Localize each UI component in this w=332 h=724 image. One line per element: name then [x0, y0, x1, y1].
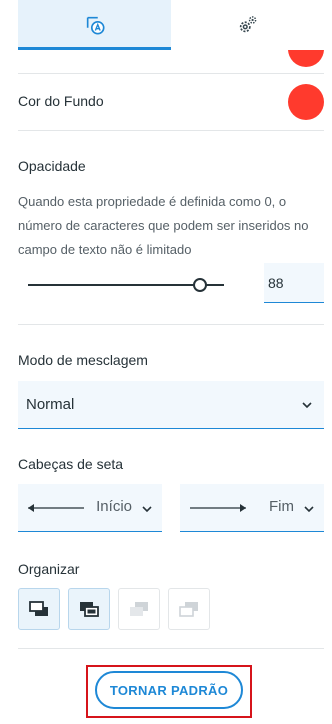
send-to-back-icon [179, 602, 198, 617]
arrowhead-end-select[interactable]: Fim [180, 484, 324, 532]
blend-mode-title: Modo de mesclagem [18, 352, 148, 368]
opacity-value-input[interactable] [264, 263, 324, 303]
arrow-left-icon [28, 504, 84, 512]
send-to-back-button[interactable] [168, 588, 210, 630]
bring-forward-button[interactable] [68, 588, 110, 630]
background-color-label: Cor do Fundo [18, 93, 104, 109]
arrowheads-title: Cabeças de seta [18, 456, 124, 472]
chevron-down-icon [304, 506, 314, 513]
send-backward-button[interactable] [118, 588, 160, 630]
property-tabs [18, 0, 324, 50]
blend-mode-select[interactable]: Normal [18, 381, 324, 429]
send-backward-icon [130, 602, 148, 616]
chevron-down-icon [142, 506, 152, 513]
blend-mode-value: Normal [26, 396, 75, 413]
background-color-swatch[interactable] [288, 84, 324, 120]
opacity-slider[interactable] [28, 275, 224, 295]
chevron-down-icon [302, 401, 312, 408]
opacity-description: Quando esta propriedade é definida como … [18, 194, 309, 257]
divider [18, 73, 324, 74]
divider [18, 648, 324, 649]
tab-settings[interactable] [171, 0, 324, 50]
arrowhead-start-select[interactable]: Início [18, 484, 162, 532]
bring-to-front-button[interactable] [18, 588, 60, 630]
tab-style[interactable] [18, 0, 171, 50]
divider [18, 324, 324, 325]
bring-to-front-icon [29, 601, 48, 616]
arrow-right-icon [190, 504, 246, 512]
arrowhead-end-label: Fim [269, 498, 294, 515]
divider [18, 130, 324, 131]
arrange-title: Organizar [18, 561, 80, 577]
arrowhead-start-label: Início [96, 498, 132, 515]
format-shape-text-icon [86, 16, 105, 35]
bring-forward-icon [80, 602, 99, 617]
make-default-button[interactable]: TORNAR PADRÃO [95, 671, 243, 709]
gears-icon [239, 16, 256, 33]
slider-thumb[interactable] [193, 278, 207, 292]
opacity-title: Opacidade [18, 158, 86, 174]
